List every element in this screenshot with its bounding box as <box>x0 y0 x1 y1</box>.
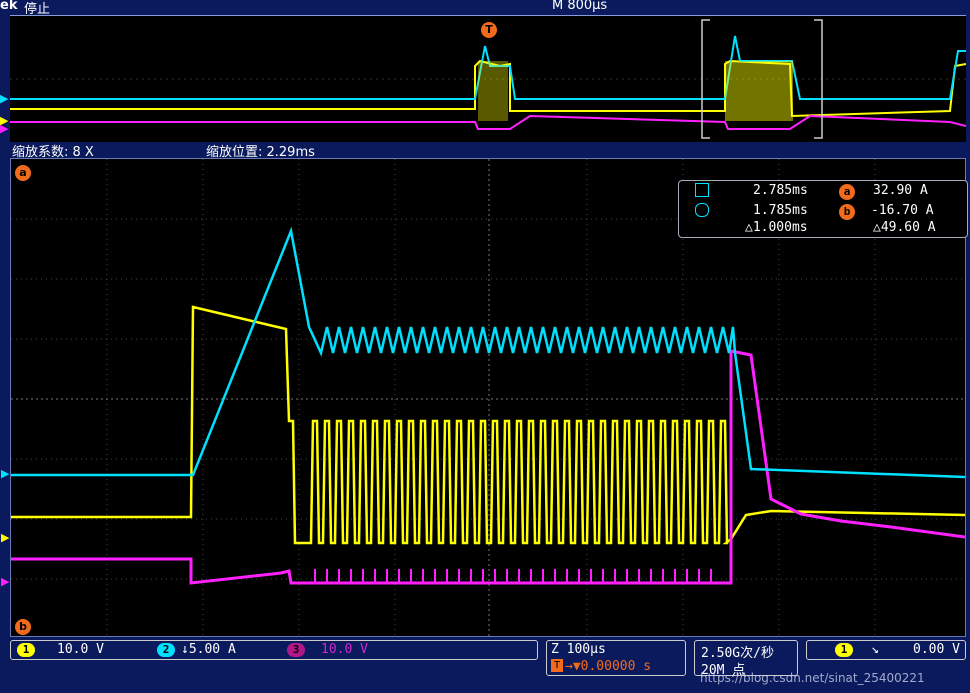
ch2-level-marker[interactable]: ▶ <box>1 467 9 480</box>
channel-scale-box: 1 10.0 V 2 ↓5.00 A 3 10.0 V <box>10 640 538 660</box>
overview-ch3-marker: ▶ <box>0 122 9 135</box>
ch3-trace <box>11 349 965 585</box>
trigger-position-marker[interactable]: T <box>481 22 497 38</box>
trigger-source-badge: 1 <box>835 643 853 657</box>
trigger-position: →▼0.00000 s <box>565 659 652 674</box>
ch1-badge[interactable]: 1 <box>17 643 35 657</box>
ch1-trace <box>11 305 965 545</box>
cursor-b-marker[interactable]: b <box>15 619 31 635</box>
ch1-level-marker[interactable]: ▶ <box>1 531 9 544</box>
delta-time: △1.000ms <box>745 220 808 235</box>
ch3-level-marker[interactable]: ▶ <box>1 575 9 588</box>
zoom-timebase: Z 100µs <box>551 642 606 657</box>
cursor2-circle-icon <box>695 203 709 217</box>
cursor-a-marker[interactable]: a <box>15 165 31 181</box>
ch2-trace <box>11 226 965 479</box>
cursor-a-value: 32.90 A <box>873 183 928 198</box>
cursor2-time: 1.785ms <box>753 203 808 218</box>
cursor-readout: 2.785ms a 32.90 A 1.785ms b -16.70 A △1.… <box>678 180 968 238</box>
cursor1-time: 2.785ms <box>753 183 808 198</box>
top-status-bar: ek 停止 M 800µs <box>0 0 970 17</box>
ch1-scale[interactable]: 10.0 V <box>57 642 104 657</box>
trigger-slope-icon: ↘ <box>871 642 879 657</box>
watermark: https://blog.csdn.net/sinat_25400221 <box>700 671 925 685</box>
cursor-a-badge: a <box>839 184 855 200</box>
overview-ch2-marker: ▶ <box>0 92 9 105</box>
overview-timebase: M 800µs <box>552 0 608 13</box>
ch3-badge[interactable]: 3 <box>287 643 305 657</box>
ch2-badge[interactable]: 2 <box>157 643 175 657</box>
trigger-icon: T <box>551 659 563 672</box>
trigger-level: 0.00 V <box>913 642 960 657</box>
ch3-scale[interactable]: 10.0 V <box>321 642 368 657</box>
overview-waveform[interactable]: T ▶ ▶ ▶ <box>0 15 966 143</box>
brand-label: ek <box>0 0 18 13</box>
cursor1-square-icon <box>695 183 709 197</box>
horizontal-box[interactable]: Z 100µs T →▼0.00000 s <box>546 640 686 676</box>
delta-value: △49.60 A <box>873 220 936 235</box>
zoom-info-bar: 缩放系数: 8 X 缩放位置: 2.29ms <box>0 142 970 160</box>
ch2-scale[interactable]: ↓5.00 A <box>181 642 236 657</box>
trigger-box[interactable]: 1 ↘ 0.00 V <box>806 640 966 660</box>
bottom-settings-bar: 1 10.0 V 2 ↓5.00 A 3 10.0 V Z 100µs T →▼… <box>0 637 970 693</box>
cursor-b-value: -16.70 A <box>871 203 934 218</box>
cursor-b-badge: b <box>839 204 855 220</box>
